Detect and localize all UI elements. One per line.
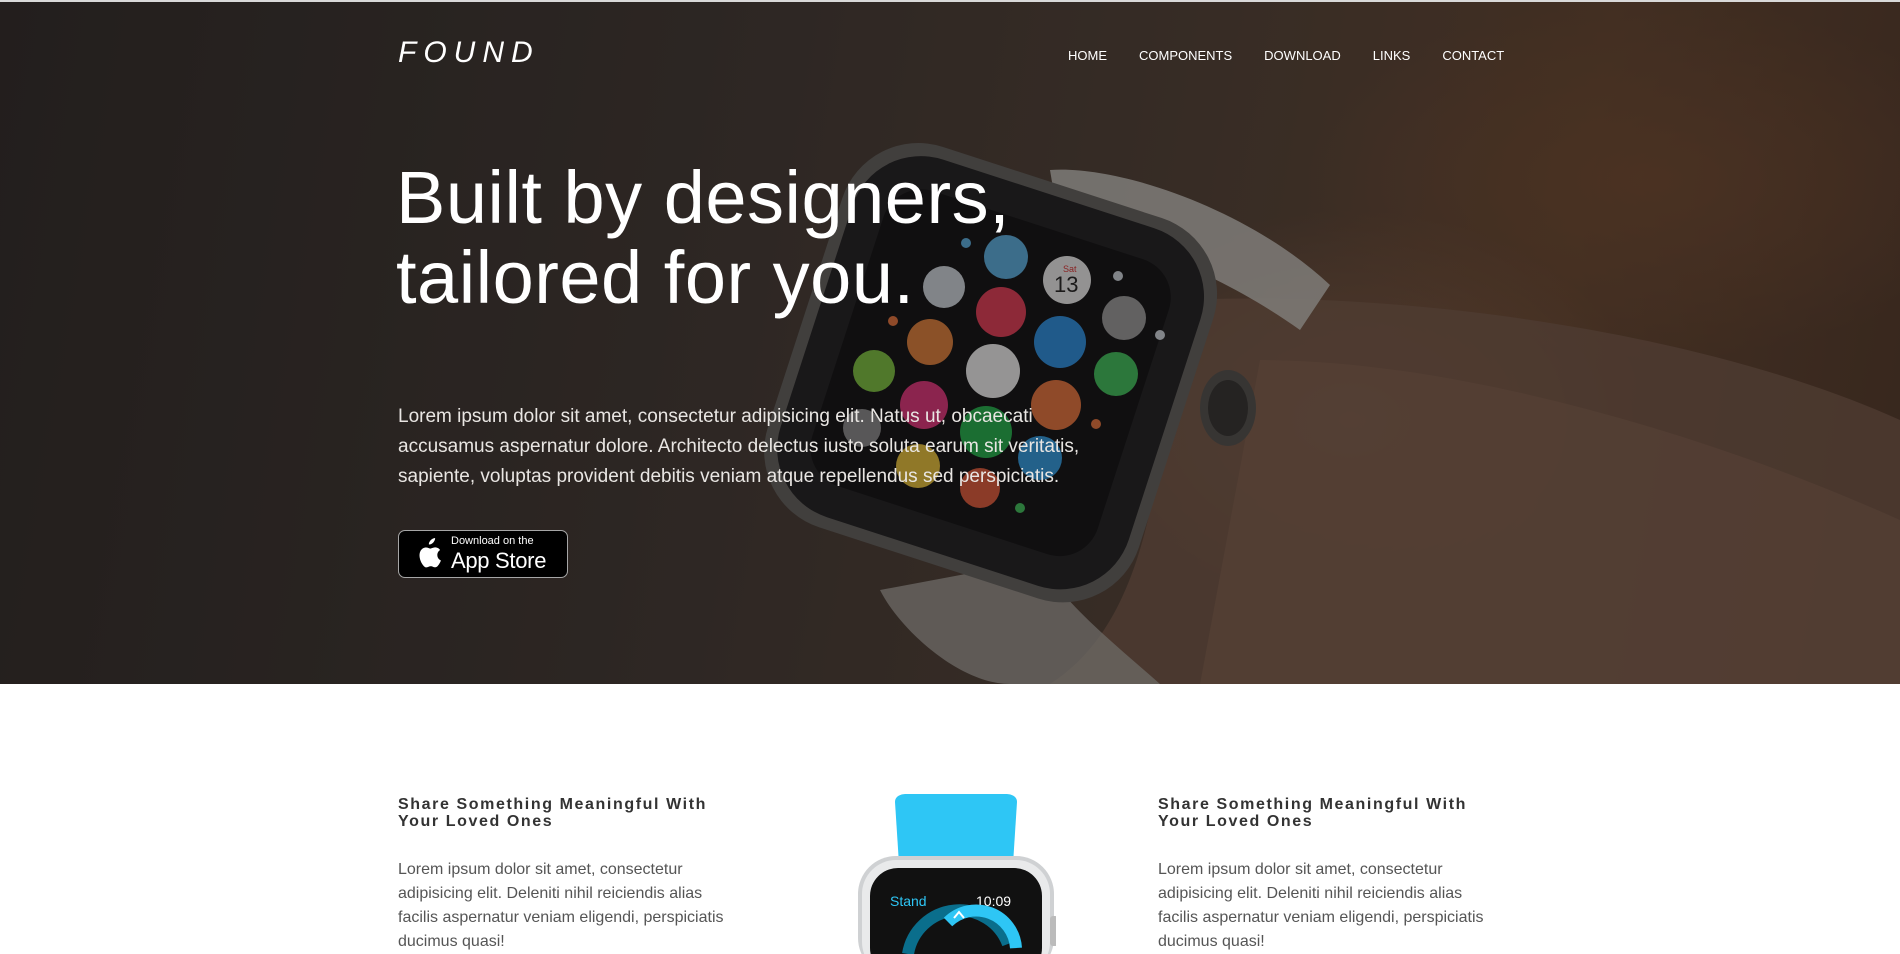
app-store-small-text: Download on the (451, 535, 534, 547)
apple-logo-icon (419, 538, 441, 568)
app-store-badge-button[interactable]: Download on the App Store (398, 530, 568, 578)
hero-headline-line-1: Built by designers, (396, 156, 1011, 239)
apple-watch-image: Stand 10:09 (858, 794, 1056, 954)
nav-download[interactable]: DOWNLOAD (1264, 48, 1341, 63)
feature-left-body: Lorem ipsum dolor sit amet, consectetur … (398, 861, 724, 950)
hero-headline: Built by designers, tailored for you. (396, 158, 1156, 318)
app-store-big-text: App Store (451, 548, 547, 573)
hero-headline-line-2: tailored for you. (396, 236, 915, 319)
hero-overlay (0, 0, 1900, 684)
nav-components[interactable]: COMPONENTS (1139, 48, 1232, 63)
top-border (0, 0, 1900, 2)
feature-right-title: Share Something Meaningful With Your Lov… (1158, 796, 1468, 830)
hero-lede: Lorem ipsum dolor sit amet, consectetur … (398, 406, 1080, 487)
app-store-badge-text: Download on the App Store (451, 536, 546, 572)
brand-logo[interactable]: FOUND (398, 36, 540, 70)
feature-left: Share Something Meaningful With Your Lov… (398, 796, 738, 954)
watch-stand-label: Stand (890, 893, 927, 909)
main-nav: HOME COMPONENTS DOWNLOAD LINKS CONTACT (1068, 48, 1504, 63)
feature-left-title: Share Something Meaningful With Your Lov… (398, 796, 708, 830)
nav-home[interactable]: HOME (1068, 48, 1107, 63)
feature-right: Share Something Meaningful With Your Lov… (1158, 796, 1498, 954)
feature-right-body: Lorem ipsum dolor sit amet, consectetur … (1158, 861, 1484, 950)
nav-links[interactable]: LINKS (1373, 48, 1411, 63)
nav-contact[interactable]: CONTACT (1442, 48, 1504, 63)
hero-section: Sat 13 (0, 0, 1900, 684)
